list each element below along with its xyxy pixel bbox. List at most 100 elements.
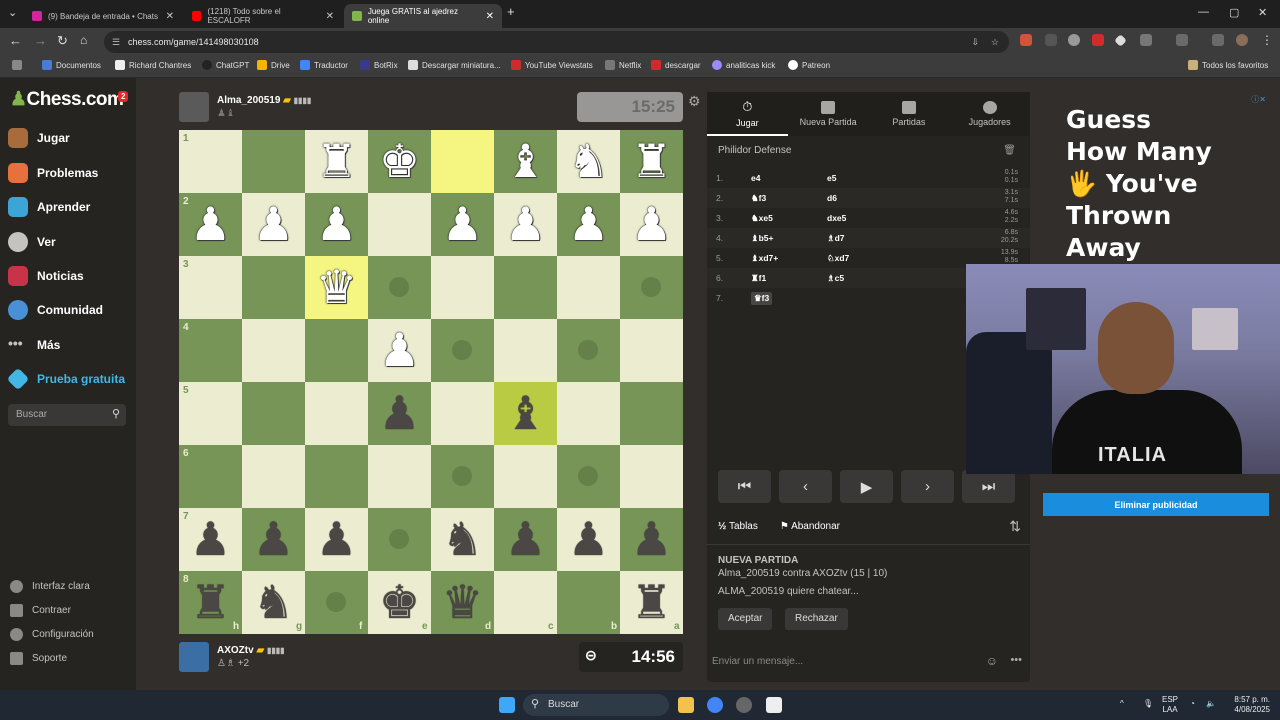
black-move[interactable]: d6 [827, 193, 837, 203]
extension-diamond-icon[interactable] [1114, 34, 1127, 47]
extension-v-icon[interactable] [1092, 34, 1104, 46]
sidebar-settings[interactable]: Configuración [10, 628, 94, 641]
white-move[interactable]: ♝b5+ [751, 233, 774, 244]
black-piece[interactable]: ♟ [494, 508, 557, 571]
resign-button[interactable]: ⚑ Abandonar [780, 521, 840, 532]
white-piece[interactable]: ♛ [305, 256, 368, 319]
url-bar[interactable]: chess.com/game/141498030108 ☰ ⇩ ☆ [104, 31, 1009, 53]
white-piece[interactable]: ♞ [557, 130, 620, 193]
board-square[interactable] [620, 319, 683, 382]
board-square[interactable] [620, 382, 683, 445]
white-move[interactable]: ♛f3 [751, 292, 773, 305]
volume-icon[interactable]: 🔈 [1206, 699, 1216, 709]
document-icon[interactable] [766, 697, 782, 713]
black-move[interactable]: ♘xd7 [827, 253, 849, 264]
site-info-icon[interactable]: ☰ [112, 31, 120, 53]
black-piece[interactable]: ♟ [242, 508, 305, 571]
move-hint-dot[interactable] [578, 466, 598, 486]
sidebar-light-mode[interactable]: Interfaz clara [10, 580, 90, 593]
opening-name[interactable]: Philidor Defense [718, 145, 791, 156]
close-tab-icon[interactable]: ✕ [166, 11, 174, 22]
bookmark-item[interactable]: analiticas kick [712, 60, 775, 70]
black-move[interactable]: ♗c5 [827, 273, 844, 284]
tab-partidas[interactable]: Partidas [869, 92, 950, 136]
extension-icon[interactable] [1068, 34, 1080, 46]
new-tab-icon[interactable]: + [507, 4, 515, 19]
board-square[interactable] [431, 382, 494, 445]
accept-chat-button[interactable]: Aceptar [718, 608, 773, 630]
opponent-avatar[interactable] [179, 92, 209, 122]
advertisement[interactable]: Guess How Many 🖐 You've Thrown Away ⓘ✕ [1057, 92, 1280, 265]
black-piece[interactable]: ♟ [179, 508, 242, 571]
extension-icon[interactable] [1020, 34, 1032, 46]
move-hint-dot[interactable] [389, 277, 409, 297]
white-move[interactable]: ♞xe5 [751, 213, 773, 224]
mic-icon[interactable]: 🎙 [1143, 699, 1153, 709]
sidebar-item-trial[interactable]: Prueba gratuita [6, 367, 125, 391]
board-square[interactable] [305, 445, 368, 508]
prev-move-button[interactable]: ‹ [779, 470, 832, 503]
translate-icon[interactable] [1176, 34, 1188, 46]
black-piece[interactable]: ♞ [431, 508, 494, 571]
board-square[interactable] [368, 193, 431, 256]
board-square[interactable] [242, 256, 305, 319]
bookmark-item[interactable]: ChatGPT [202, 60, 249, 70]
reject-chat-button[interactable]: Rechazar [785, 608, 848, 630]
sidebar-item-noticias[interactable]: Noticias [8, 266, 84, 286]
tray-chevron-icon[interactable]: ^ [1120, 699, 1124, 709]
black-piece[interactable]: ♟ [620, 508, 683, 571]
board-square[interactable] [431, 130, 494, 193]
board-square[interactable] [494, 256, 557, 319]
reading-list-icon[interactable] [1212, 34, 1224, 46]
move-hint-dot[interactable] [326, 592, 346, 612]
last-move-button[interactable]: ⏭ [962, 470, 1015, 503]
white-piece[interactable]: ♟ [494, 193, 557, 256]
white-move[interactable]: ♜f1 [751, 273, 766, 284]
bookmark-item[interactable]: Descargar miniatura... [408, 60, 501, 70]
menu-dots-icon[interactable]: ⋮ [1261, 33, 1273, 47]
maximize-icon[interactable]: ▢ [1229, 6, 1239, 19]
bookmark-item[interactable]: Patreon [788, 60, 830, 70]
white-piece[interactable]: ♟ [368, 319, 431, 382]
opponent-name[interactable]: Alma_200519 ▰ ▮▮▮▮ [217, 95, 311, 106]
black-piece[interactable]: ♟ [368, 382, 431, 445]
windows-start-icon[interactable] [499, 697, 515, 713]
apps-grid-icon[interactable] [12, 60, 22, 70]
tab-jugar[interactable]: ⏱ Jugar [707, 92, 788, 136]
taskbar-search[interactable]: ⚲ Buscar [523, 694, 669, 716]
sidebar-item-problemas[interactable]: Problemas [8, 163, 98, 183]
forward-icon[interactable]: → [34, 33, 47, 48]
white-move[interactable]: e4 [751, 173, 760, 183]
black-move[interactable]: ♗d7 [827, 233, 845, 244]
move-hint-dot[interactable] [452, 466, 472, 486]
close-tab-icon[interactable]: ✕ [326, 11, 334, 22]
wifi-icon[interactable]: ◔ [1190, 699, 1195, 709]
white-piece[interactable]: ♟ [557, 193, 620, 256]
bookmark-item[interactable]: Richard Chantres [115, 60, 191, 70]
bookmark-item[interactable]: descargar [651, 60, 701, 70]
home-icon[interactable]: ⌂ [80, 33, 87, 47]
move-hint-dot[interactable] [641, 277, 661, 297]
black-move[interactable]: e5 [827, 173, 836, 183]
draw-button[interactable]: ½ Tablas [718, 521, 758, 532]
install-icon[interactable]: ⇩ [971, 31, 979, 53]
close-tab-icon[interactable]: ✕ [486, 11, 494, 22]
tab-list-chevron-icon[interactable]: ⌄ [8, 6, 17, 19]
board-square[interactable] [494, 445, 557, 508]
bookmark-item[interactable]: Traductor [300, 60, 348, 70]
move-hint-dot[interactable] [578, 340, 598, 360]
message-input[interactable]: Enviar un mensaje... [712, 656, 803, 667]
player-name[interactable]: AXOZtv ▰ ▮▮▮▮ [217, 645, 285, 656]
more-options-icon[interactable]: ••• [1010, 654, 1022, 666]
board-square[interactable] [242, 445, 305, 508]
language-indicator[interactable]: ESP LAA [1162, 695, 1178, 715]
black-piece[interactable]: ♜ [179, 571, 242, 634]
close-window-icon[interactable]: ✕ [1258, 6, 1267, 19]
sidebar-collapse[interactable]: Contraer [10, 604, 71, 617]
app-icon[interactable] [736, 697, 752, 713]
bookmark-item[interactable]: Netflix [605, 60, 641, 70]
board-settings-gear-icon[interactable]: ⚙ [688, 93, 701, 110]
board-square[interactable] [242, 382, 305, 445]
trash-icon[interactable]: 🗑 [1003, 145, 1016, 156]
tab-jugadores[interactable]: Jugadores [949, 92, 1030, 136]
